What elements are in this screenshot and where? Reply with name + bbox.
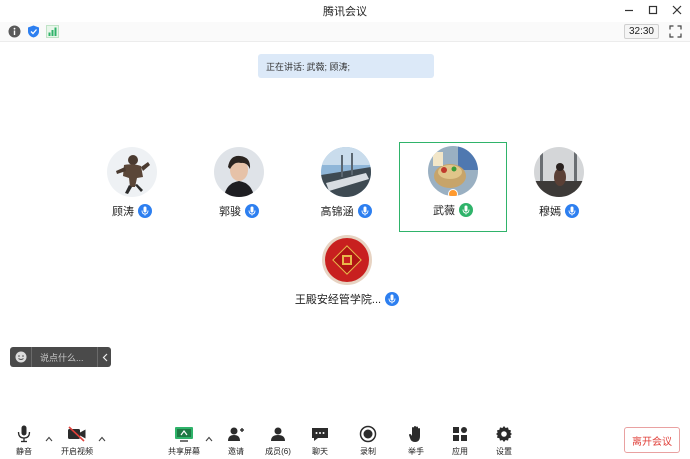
- participant-tile[interactable]: 王殿安经管学院...: [282, 230, 412, 320]
- host-badge-icon: [448, 189, 458, 196]
- video-label: 开启视频: [61, 447, 93, 456]
- maximize-icon[interactable]: [646, 2, 660, 18]
- members-label: 成员(6): [265, 447, 291, 456]
- emoji-icon[interactable]: [10, 347, 32, 367]
- close-icon[interactable]: [670, 2, 684, 18]
- microphone-active-icon: [459, 203, 473, 217]
- participant-name: 高锦涵: [320, 206, 354, 218]
- participant-name: 顾涛: [112, 206, 134, 218]
- avatar: [107, 147, 157, 197]
- share-screen-button[interactable]: 共享屏幕: [164, 424, 204, 457]
- settings-label: 设置: [496, 447, 512, 456]
- shield-icon[interactable]: [27, 25, 40, 38]
- meeting-timer: 32:30: [623, 24, 659, 39]
- users-icon: [267, 424, 289, 444]
- settings-button[interactable]: 设置: [484, 424, 524, 457]
- status-bar: 32:30: [0, 22, 690, 42]
- chevron-up-icon[interactable]: [45, 434, 53, 444]
- avatar: [321, 147, 371, 197]
- gear-icon: [493, 424, 515, 444]
- chevron-left-icon[interactable]: [97, 347, 111, 367]
- title-bar: 腾讯会议: [0, 0, 690, 22]
- leave-meeting-button[interactable]: 离开会议: [624, 427, 680, 453]
- chat-placeholder[interactable]: 说点什么...: [32, 351, 97, 364]
- microphone-icon: [565, 204, 579, 218]
- record-button[interactable]: 录制: [348, 424, 388, 457]
- bottom-toolbar: 静音 开启视频 共享屏幕 邀请 成员(6) 聊天 录制 举手 应用 设置: [0, 420, 690, 459]
- chat-button[interactable]: 聊天: [300, 424, 340, 457]
- add-user-icon: [225, 424, 247, 444]
- avatar: [214, 147, 264, 197]
- participant-name: 穆嫣: [539, 206, 561, 218]
- chat-icon: [309, 424, 331, 444]
- video-button[interactable]: 开启视频: [57, 424, 97, 457]
- microphone-icon: [357, 204, 372, 218]
- microphone-icon: [245, 204, 259, 218]
- participant-tile-active[interactable]: 武薇: [399, 142, 507, 232]
- chevron-up-icon[interactable]: [205, 434, 213, 444]
- signal-icon[interactable]: [46, 25, 59, 38]
- speaking-names: 武薇; 顾涛;: [306, 61, 351, 72]
- invite-label: 邀请: [228, 447, 244, 456]
- mute-button[interactable]: 静音: [4, 424, 44, 457]
- speaking-label: 正在讲话:: [266, 61, 305, 72]
- hand-icon: [405, 424, 427, 444]
- apps-button[interactable]: 应用: [440, 424, 480, 457]
- meeting-window: 腾讯会议 32:30 正在讲话: 武薇; 顾涛; 顾涛 郭骏 高锦涵 武薇 穆嫣…: [0, 0, 690, 459]
- info-icon[interactable]: [8, 25, 21, 38]
- apps-label: 应用: [452, 447, 468, 456]
- microphone-icon: [385, 292, 400, 306]
- participant-tile[interactable]: 高锦涵: [292, 142, 400, 232]
- minimize-icon[interactable]: [622, 2, 636, 18]
- raise-hand-button[interactable]: 举手: [396, 424, 436, 457]
- fullscreen-icon[interactable]: [669, 25, 682, 38]
- record-label: 录制: [360, 447, 376, 456]
- participant-name: 郭骏: [219, 206, 241, 218]
- avatar: [534, 147, 584, 197]
- video-off-icon: [66, 424, 88, 444]
- avatar: [322, 235, 372, 285]
- participant-name: 王殿安经管学院...: [294, 294, 382, 306]
- chat-label: 聊天: [312, 447, 328, 456]
- invite-button[interactable]: 邀请: [216, 424, 256, 457]
- record-icon: [357, 424, 379, 444]
- share-label: 共享屏幕: [168, 447, 200, 456]
- microphone-icon: [13, 424, 35, 444]
- window-title: 腾讯会议: [323, 6, 367, 18]
- raise-hand-label: 举手: [408, 447, 424, 456]
- apps-icon: [449, 424, 471, 444]
- microphone-icon: [138, 204, 152, 218]
- participant-tile[interactable]: 郭骏: [185, 142, 293, 232]
- chevron-up-icon[interactable]: [98, 434, 106, 444]
- speaking-banner: 正在讲话: 武薇; 顾涛;: [258, 54, 434, 78]
- chat-input-box[interactable]: 说点什么...: [10, 347, 111, 367]
- members-button[interactable]: 成员(6): [258, 424, 298, 457]
- screen-share-icon: [173, 424, 195, 444]
- window-controls: [622, 2, 684, 18]
- avatar: [428, 146, 478, 196]
- participant-tile[interactable]: 穆嫣: [505, 142, 613, 232]
- mute-label: 静音: [16, 447, 32, 456]
- participant-tile[interactable]: 顾涛: [78, 142, 186, 232]
- participant-name: 武薇: [433, 205, 455, 217]
